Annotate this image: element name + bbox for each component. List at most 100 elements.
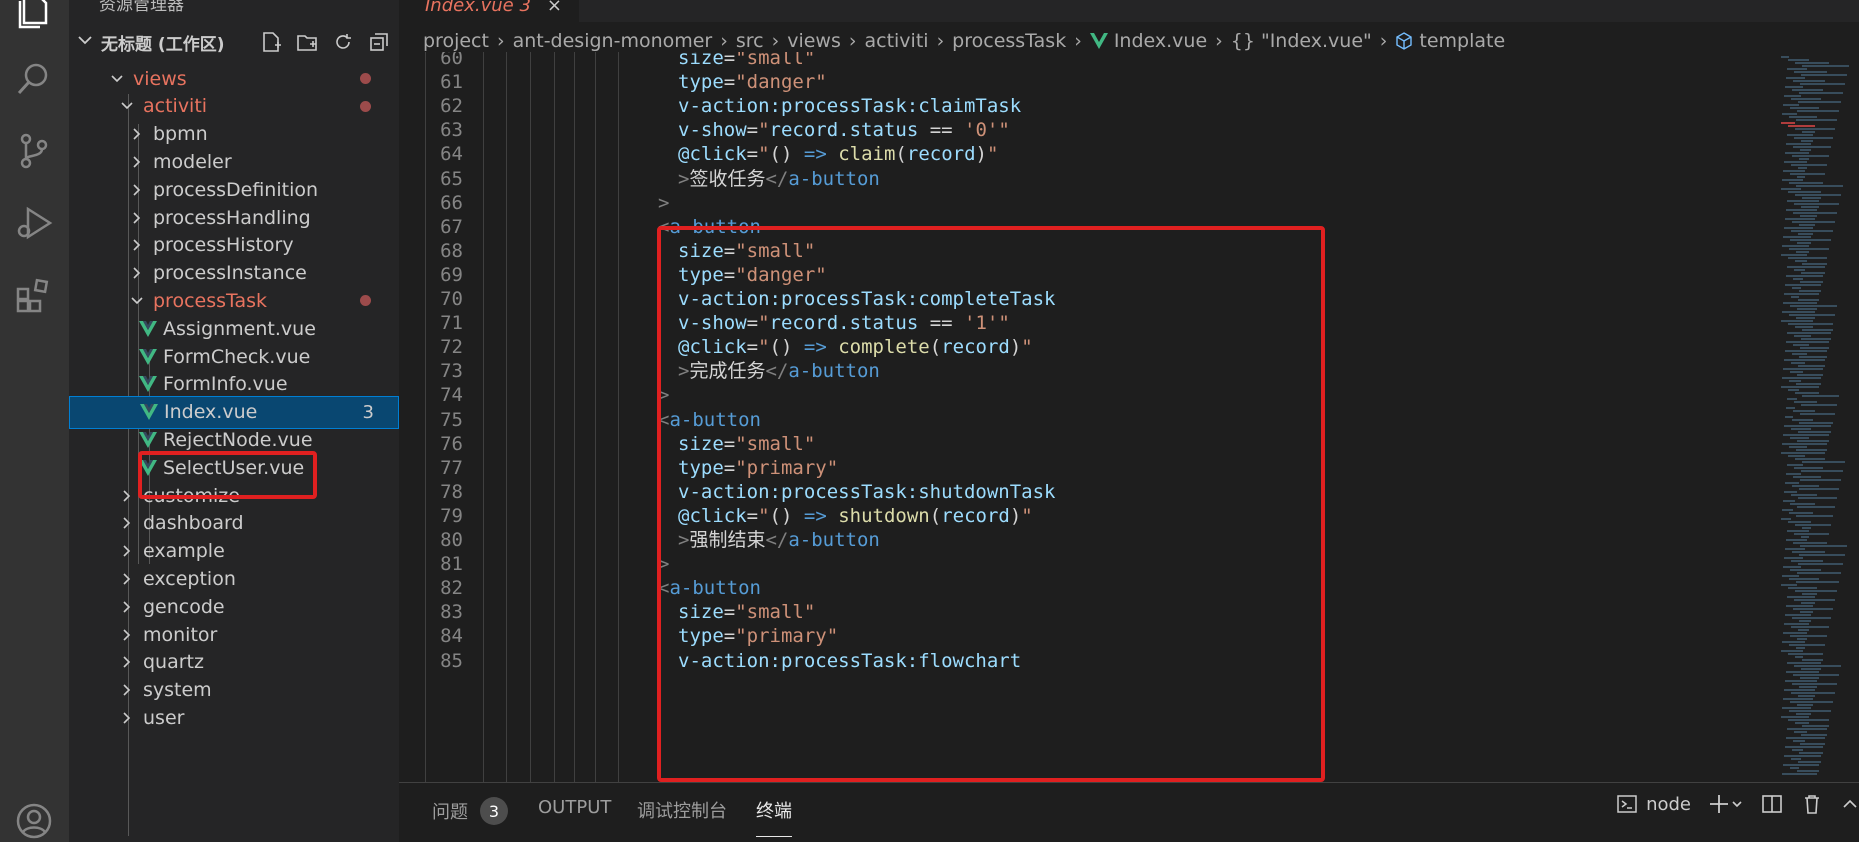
chevron-right-icon [127, 235, 147, 255]
chevron-right-icon: › [848, 30, 857, 52]
vue-file-icon [137, 347, 159, 367]
minimap-line [1782, 443, 1827, 445]
breadcrumb-item[interactable]: Index.vue [1089, 30, 1207, 52]
minimap-line [1793, 608, 1833, 610]
code-token: "danger" [735, 71, 827, 94]
code-token: v-action:processTask:claimTask [678, 95, 1022, 118]
minimap-line [1796, 515, 1833, 517]
minimap-line [1791, 362, 1805, 364]
chevron-right-icon [127, 263, 147, 283]
minimap-line [1786, 539, 1807, 541]
panel-tab-0[interactable]: 问题 3 [432, 797, 508, 825]
minimap-line [1796, 119, 1837, 121]
minimap-line [1790, 437, 1809, 439]
account-icon[interactable] [11, 798, 57, 842]
breadcrumb-item[interactable]: src [736, 30, 764, 52]
minimap-line [1790, 635, 1827, 637]
split-terminal-icon[interactable] [1761, 793, 1783, 815]
minimap-line [1801, 272, 1825, 274]
minimap-line [1799, 554, 1845, 556]
tab-label: Index.vue 3 [425, 0, 531, 16]
tree-item-label: RejectNode.vue [163, 428, 313, 451]
breadcrumb-item[interactable]: project [423, 30, 489, 52]
minimap-line [1792, 221, 1835, 223]
breadcrumb-item[interactable]: processTask [952, 30, 1066, 52]
line-number: 85 [440, 649, 463, 672]
breadcrumb-item[interactable]: ant-design-monomer [513, 30, 713, 52]
minimap-line [1790, 173, 1825, 175]
tab-index-vue[interactable]: Index.vue 3 × [399, 0, 579, 22]
chevron-right-icon [117, 625, 137, 645]
breadcrumb-item[interactable]: template [1395, 30, 1505, 52]
minimap-line [1781, 122, 1795, 124]
minimap-line [1796, 251, 1809, 253]
refresh-icon[interactable] [331, 30, 355, 54]
minimap-line [1786, 143, 1811, 145]
editor-area: Index.vue 3 × project › ant-design-monomer… [399, 0, 1859, 782]
minimap-line [1797, 506, 1835, 508]
minimap-line [1783, 500, 1795, 502]
code-token: " [986, 143, 999, 166]
tree-item-label: dashboard [143, 512, 244, 535]
minimap-line [1791, 164, 1827, 166]
code-token: = [746, 119, 759, 142]
minimap-line [1782, 509, 1793, 511]
search-icon[interactable] [11, 56, 57, 102]
tree-item-user[interactable]: user [69, 701, 399, 734]
run-debug-icon[interactable] [11, 200, 57, 246]
minimap-line [1789, 578, 1819, 580]
modified-dot [360, 295, 371, 307]
minimap-line [1785, 218, 1815, 220]
minimap-line [1790, 371, 1803, 373]
minimap-line [1799, 158, 1809, 160]
vue-file-icon [138, 402, 160, 422]
chevron-up-icon[interactable] [1841, 793, 1859, 815]
collapse-all-icon[interactable] [367, 30, 391, 54]
minimap-line [1801, 404, 1837, 406]
terminal-selector[interactable]: node [1616, 793, 1691, 815]
minimap-line [1801, 140, 1813, 142]
new-file-icon[interactable] [259, 30, 283, 54]
new-folder-icon[interactable] [295, 30, 319, 54]
add-terminal-icon[interactable] [1709, 793, 1743, 815]
code-token: " [758, 143, 770, 166]
panel-tab-1[interactable]: OUTPUT [538, 797, 611, 818]
chevron-right-icon [127, 180, 147, 200]
minimap[interactable] [1775, 56, 1859, 782]
tree-item-label: processHistory [153, 234, 294, 257]
code-token: a-button [788, 167, 880, 190]
minimap-line [1792, 89, 1823, 91]
explorer-icon[interactable] [11, 0, 57, 32]
minimap-line [1800, 479, 1841, 481]
breadcrumb-item[interactable]: views [787, 30, 841, 52]
minimap-line [1799, 422, 1833, 424]
minimap-line [1792, 551, 1825, 553]
minimap-line [1798, 497, 1837, 499]
minimap-line [1799, 752, 1823, 754]
minimap-line [1798, 629, 1809, 631]
panel-tab-3[interactable]: 终端 [756, 797, 792, 837]
close-icon[interactable]: × [547, 0, 562, 16]
minimap-line [1796, 647, 1805, 649]
problem-count-badge: 3 [480, 797, 508, 825]
activity-bar [0, 0, 69, 842]
minimap-line [1786, 275, 1823, 277]
minimap-line [1794, 71, 1827, 73]
trash-icon[interactable] [1801, 793, 1823, 815]
source-control-icon[interactable] [11, 128, 57, 174]
extensions-icon[interactable] [11, 272, 57, 318]
minimap-line [1797, 770, 1819, 772]
chevron-down-icon [107, 69, 127, 89]
breadcrumb-item[interactable]: {} "Index.vue" [1231, 30, 1372, 52]
minimap-line [1791, 98, 1821, 100]
panel-tab-2[interactable]: 调试控制台 [637, 797, 727, 823]
minimap-line [1794, 731, 1807, 733]
chevron-right-icon: › [936, 30, 945, 52]
minimap-line [1783, 632, 1807, 634]
breadcrumb-item[interactable]: activiti [864, 30, 928, 52]
minimap-line [1789, 710, 1831, 712]
minimap-line [1788, 455, 1805, 457]
minimap-line [1784, 557, 1803, 559]
breadcrumb-label: processTask [952, 30, 1067, 52]
workspace-header[interactable]: 无标题 (工作区) [69, 26, 399, 58]
